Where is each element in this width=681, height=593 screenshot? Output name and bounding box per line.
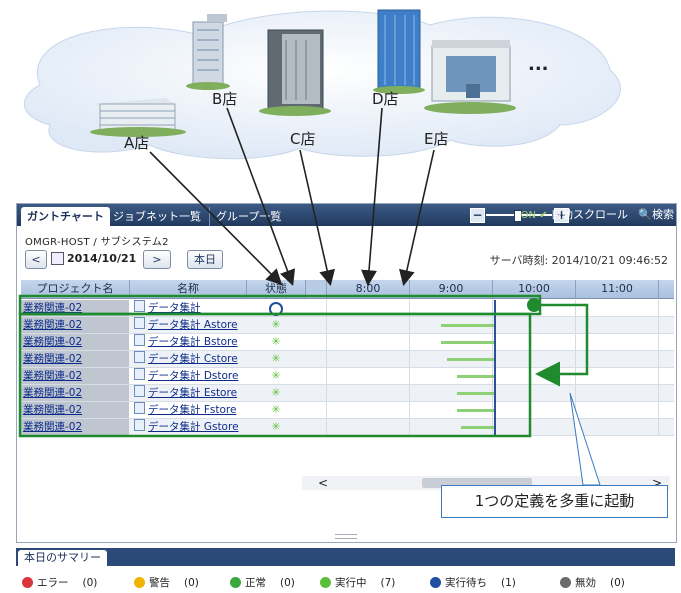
callout-box: 1つの定義を多重に起動 bbox=[441, 485, 668, 518]
callout-pointer bbox=[569, 392, 601, 486]
multi-start-arrow bbox=[535, 303, 589, 387]
highlight-boxes bbox=[18, 294, 542, 438]
start-marker bbox=[527, 298, 541, 312]
store-arrows bbox=[149, 107, 435, 287]
